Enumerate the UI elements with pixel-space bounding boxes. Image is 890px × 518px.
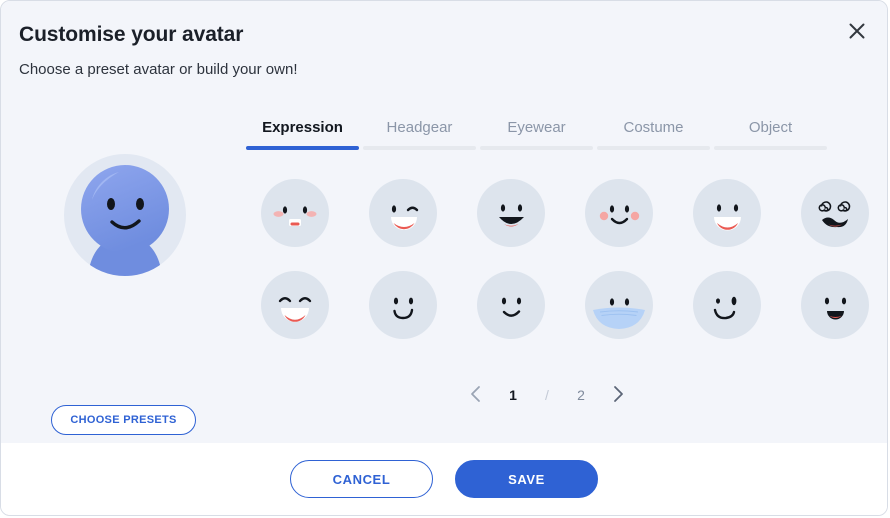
avatar-option-grid (241, 167, 887, 351)
face-blush-smile[interactable] (565, 167, 673, 259)
face-smirk[interactable] (673, 259, 781, 351)
save-button[interactable]: SAVE (455, 460, 598, 498)
tab-label: Expression (262, 119, 343, 136)
face-medical-mask[interactable] (565, 259, 673, 351)
tab-label: Eyewear (507, 119, 566, 136)
tab-label: Costume (623, 119, 684, 136)
tab-headgear[interactable]: Headgear (361, 119, 478, 150)
preview-column: CHOOSE PRESETS (1, 97, 241, 445)
choose-presets-button[interactable]: CHOOSE PRESETS (51, 405, 196, 435)
close-button[interactable] (837, 11, 877, 51)
category-tabs: Expression Headgear Eyewear Costume Obje… (244, 119, 829, 150)
picker-column: Expression Headgear Eyewear Costume Obje… (241, 97, 887, 445)
chevron-right-icon (611, 385, 625, 406)
dialog-footer: CANCEL SAVE (1, 443, 887, 515)
face-plain-smile[interactable] (349, 259, 457, 351)
face-wink-open-smile[interactable] (349, 167, 457, 259)
tab-underline (480, 146, 593, 150)
face-soft-smile[interactable] (457, 259, 565, 351)
tab-costume[interactable]: Costume (595, 119, 712, 150)
tab-object[interactable]: Object (712, 119, 829, 150)
face-open-grin[interactable] (457, 167, 565, 259)
chevron-left-icon (469, 385, 483, 406)
close-icon (847, 21, 867, 41)
dialog-body: CHOOSE PRESETS Expression Headgear Eyewe… (1, 97, 887, 515)
tab-underline (246, 146, 359, 150)
avatar-preview (64, 154, 186, 276)
tab-underline (714, 146, 827, 150)
page-number-2[interactable]: 2 (564, 387, 598, 403)
prev-page-button[interactable] (456, 379, 496, 411)
face-dizzy-swirl[interactable] (781, 167, 887, 259)
page-title: Customise your avatar (19, 23, 244, 46)
tab-underline (597, 146, 710, 150)
cancel-button[interactable]: CANCEL (290, 460, 433, 498)
face-blush-small-mouth[interactable] (241, 167, 349, 259)
page-number-current[interactable]: 1 (496, 387, 530, 403)
page-separator: / (545, 387, 549, 403)
face-small-open-mouth[interactable] (781, 259, 887, 351)
dialog-header: Customise your avatar Choose a preset av… (1, 1, 887, 97)
tab-expression[interactable]: Expression (244, 119, 361, 150)
tab-label: Headgear (386, 119, 453, 136)
face-happy-closed-eyes[interactable] (241, 259, 349, 351)
tab-eyewear[interactable]: Eyewear (478, 119, 595, 150)
pagination: 1 / 2 (456, 379, 638, 411)
next-page-button[interactable] (598, 379, 638, 411)
customise-avatar-dialog: Customise your avatar Choose a preset av… (0, 0, 888, 516)
tab-underline (363, 146, 476, 150)
face-open-mouth-wide[interactable] (673, 167, 781, 259)
tab-label: Object (748, 119, 793, 136)
dialog-subtitle: Choose a preset avatar or build your own… (19, 61, 298, 78)
